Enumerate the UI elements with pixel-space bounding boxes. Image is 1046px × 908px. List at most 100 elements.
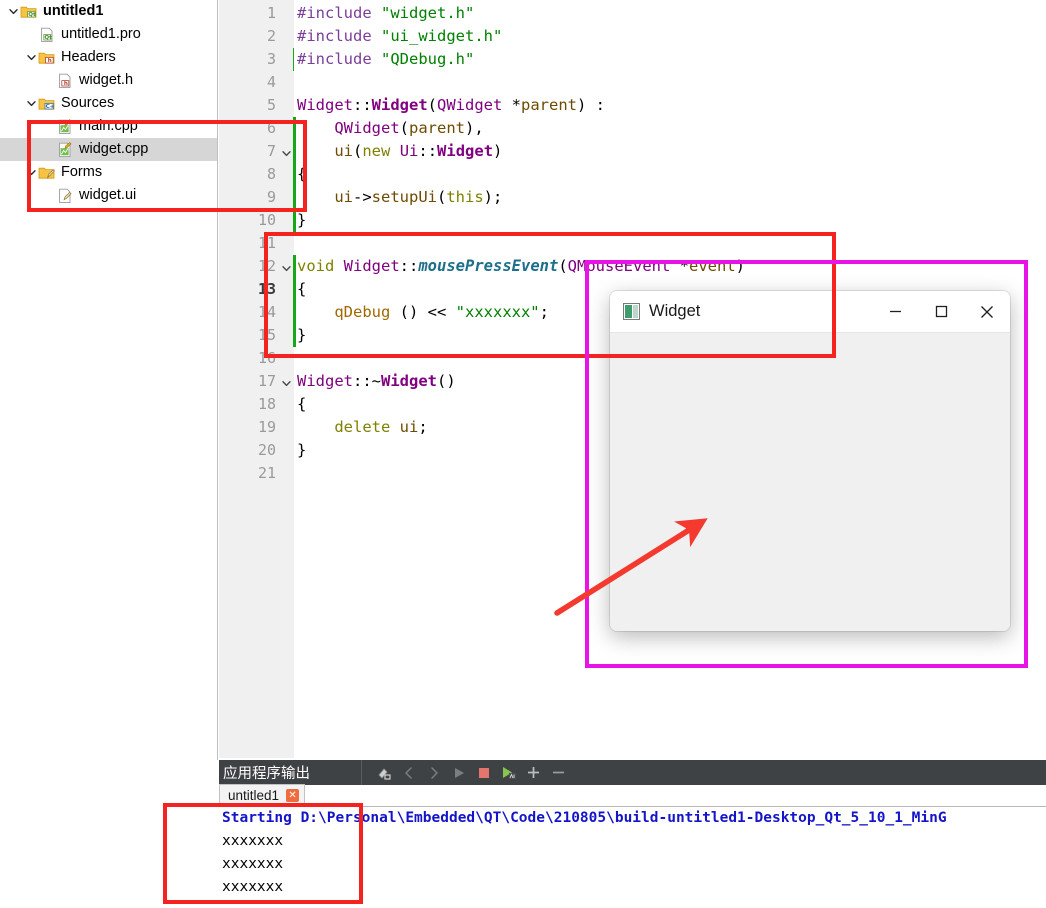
code-line[interactable]: {	[297, 393, 306, 416]
tree-item-label: Headers	[61, 49, 116, 65]
svg-text:h: h	[64, 81, 68, 87]
cpp-file-icon	[56, 118, 74, 135]
pointer-arrow-icon	[554, 518, 708, 616]
output-line: Starting D:\Personal\Embedded\QT\Code\21…	[222, 810, 947, 826]
tree-item-widget-ui[interactable]: widget.ui	[0, 184, 217, 207]
tree-item-label: widget.ui	[79, 187, 137, 203]
previous-item-icon[interactable]	[396, 760, 421, 785]
svg-text:Qt: Qt	[28, 12, 36, 18]
tree-item-label: untitled1	[43, 3, 104, 19]
code-line[interactable]: Widget::~Widget()	[297, 370, 456, 393]
line-number: 10	[257, 211, 276, 229]
tree-item-headers[interactable]: h Headers	[0, 46, 217, 69]
output-line: xxxxxxx	[222, 879, 284, 895]
header-file-icon: h	[56, 73, 74, 89]
project-tree-sidebar[interactable]: Qt untitled1 Qt untitled1.pro h Headers h widge…	[0, 0, 218, 760]
code-line[interactable]: ui->setupUi(this);	[297, 186, 502, 209]
tree-item-forms[interactable]: Forms	[0, 161, 217, 184]
code-line[interactable]: ui(new Ui::Widget)	[297, 140, 502, 163]
code-line[interactable]: #include "QDebug.h"	[297, 48, 474, 71]
tree-item-label: widget.cpp	[79, 141, 149, 157]
widget-window-title: Widget	[649, 302, 701, 320]
application-output-pane[interactable]: 应用程序输出 untitled1 ✕ Starting D:\Personal\…	[219, 760, 1046, 908]
line-number: 15	[257, 326, 276, 344]
cpp-file-icon	[56, 141, 74, 158]
code-line[interactable]: {	[297, 163, 306, 186]
line-number: 3	[266, 50, 276, 68]
close-icon[interactable]: ✕	[286, 789, 300, 802]
tree-item-main-cpp[interactable]: main.cpp	[0, 115, 217, 138]
forms-folder-icon	[38, 165, 56, 181]
output-line: xxxxxxx	[222, 856, 284, 872]
headers-folder-icon: h	[38, 50, 56, 66]
code-line[interactable]: #include "widget.h"	[297, 2, 474, 25]
run-with-debug-icon[interactable]	[496, 760, 521, 785]
line-number: 16	[257, 349, 276, 367]
svg-text:h: h	[48, 58, 52, 64]
code-line[interactable]: }	[297, 209, 306, 232]
line-number: 12	[257, 257, 276, 275]
output-line: xxxxxxx	[222, 833, 284, 849]
clear-output-icon[interactable]	[371, 760, 396, 785]
fold-chevron-down-icon[interactable]	[279, 140, 293, 163]
code-line[interactable]: QWidget(parent),	[297, 117, 483, 140]
sources-folder-icon: C+	[38, 96, 56, 112]
line-number: 5	[266, 96, 276, 114]
run-icon[interactable]	[446, 760, 471, 785]
chevron-down-icon[interactable]	[24, 161, 38, 184]
qt-project-folder-icon: Qt	[20, 4, 38, 20]
next-item-icon[interactable]	[421, 760, 446, 785]
output-tab-label: untitled1	[228, 788, 280, 803]
chevron-down-icon[interactable]	[6, 0, 20, 23]
line-number: 18	[257, 395, 276, 413]
line-number: 20	[257, 441, 276, 459]
line-number: 11	[257, 234, 276, 252]
fold-chevron-down-icon[interactable]	[279, 255, 293, 278]
tree-item-widget-cpp[interactable]: widget.cpp	[0, 138, 217, 161]
code-line[interactable]: qDebug () << "xxxxxxx";	[297, 301, 549, 324]
line-number: 14	[257, 303, 276, 321]
code-line[interactable]: }	[297, 439, 306, 462]
line-number: 21	[257, 464, 276, 482]
qt-app-icon	[623, 303, 640, 320]
window-close-button[interactable]	[964, 291, 1010, 333]
tree-item-widget-h[interactable]: h widget.h	[0, 69, 217, 92]
output-tab-untitled1[interactable]: untitled1 ✕	[219, 784, 306, 806]
chevron-down-icon[interactable]	[24, 92, 38, 115]
tree-item-sources[interactable]: C+ Sources	[0, 92, 217, 115]
stop-icon[interactable]	[471, 760, 496, 785]
code-line[interactable]: }	[297, 324, 306, 347]
tree-item-untitled1[interactable]: Qt untitled1	[0, 0, 217, 23]
code-line[interactable]: delete ui;	[297, 416, 427, 439]
line-change-marker	[293, 255, 296, 347]
tree-item-label: Forms	[61, 164, 103, 180]
text-caret	[293, 48, 294, 71]
chevron-down-icon[interactable]	[24, 46, 38, 69]
application-output-header: 应用程序输出	[219, 760, 1046, 785]
qt-pro-file-icon: Qt	[38, 27, 56, 43]
widget-window-titlebar[interactable]: Widget	[610, 291, 1010, 333]
application-output-title: 应用程序输出	[223, 766, 310, 782]
line-number: 6	[266, 119, 276, 137]
window-maximize-button[interactable]	[918, 291, 964, 333]
ui-file-icon	[56, 188, 74, 204]
application-output-text: Starting D:\Personal\Embedded\QT\Code\21…	[219, 807, 1046, 908]
application-output-toolbar[interactable]	[361, 760, 571, 785]
zoom-out-icon[interactable]	[546, 760, 571, 785]
line-number: 17	[257, 372, 276, 390]
line-number: 2	[266, 27, 276, 45]
tree-item-label: Sources	[61, 95, 115, 111]
svg-text:Qt: Qt	[44, 35, 52, 41]
code-line[interactable]: Widget::Widget(QWidget *parent) :	[297, 94, 605, 117]
tree-item-label: widget.h	[79, 72, 134, 88]
svg-text:C+: C+	[46, 104, 55, 110]
window-minimize-button[interactable]	[872, 291, 918, 333]
code-line[interactable]: #include "ui_widget.h"	[297, 25, 502, 48]
line-number: 13	[257, 280, 276, 298]
output-tab-bar[interactable]: untitled1 ✕	[219, 784, 1046, 807]
code-line[interactable]: void Widget::mousePressEvent(QMouseEvent…	[297, 255, 745, 278]
tree-item-untitled1-pro[interactable]: Qt untitled1.pro	[0, 23, 217, 46]
zoom-in-icon[interactable]	[521, 760, 546, 785]
code-line[interactable]: {	[297, 278, 306, 301]
fold-chevron-down-icon[interactable]	[279, 370, 293, 393]
